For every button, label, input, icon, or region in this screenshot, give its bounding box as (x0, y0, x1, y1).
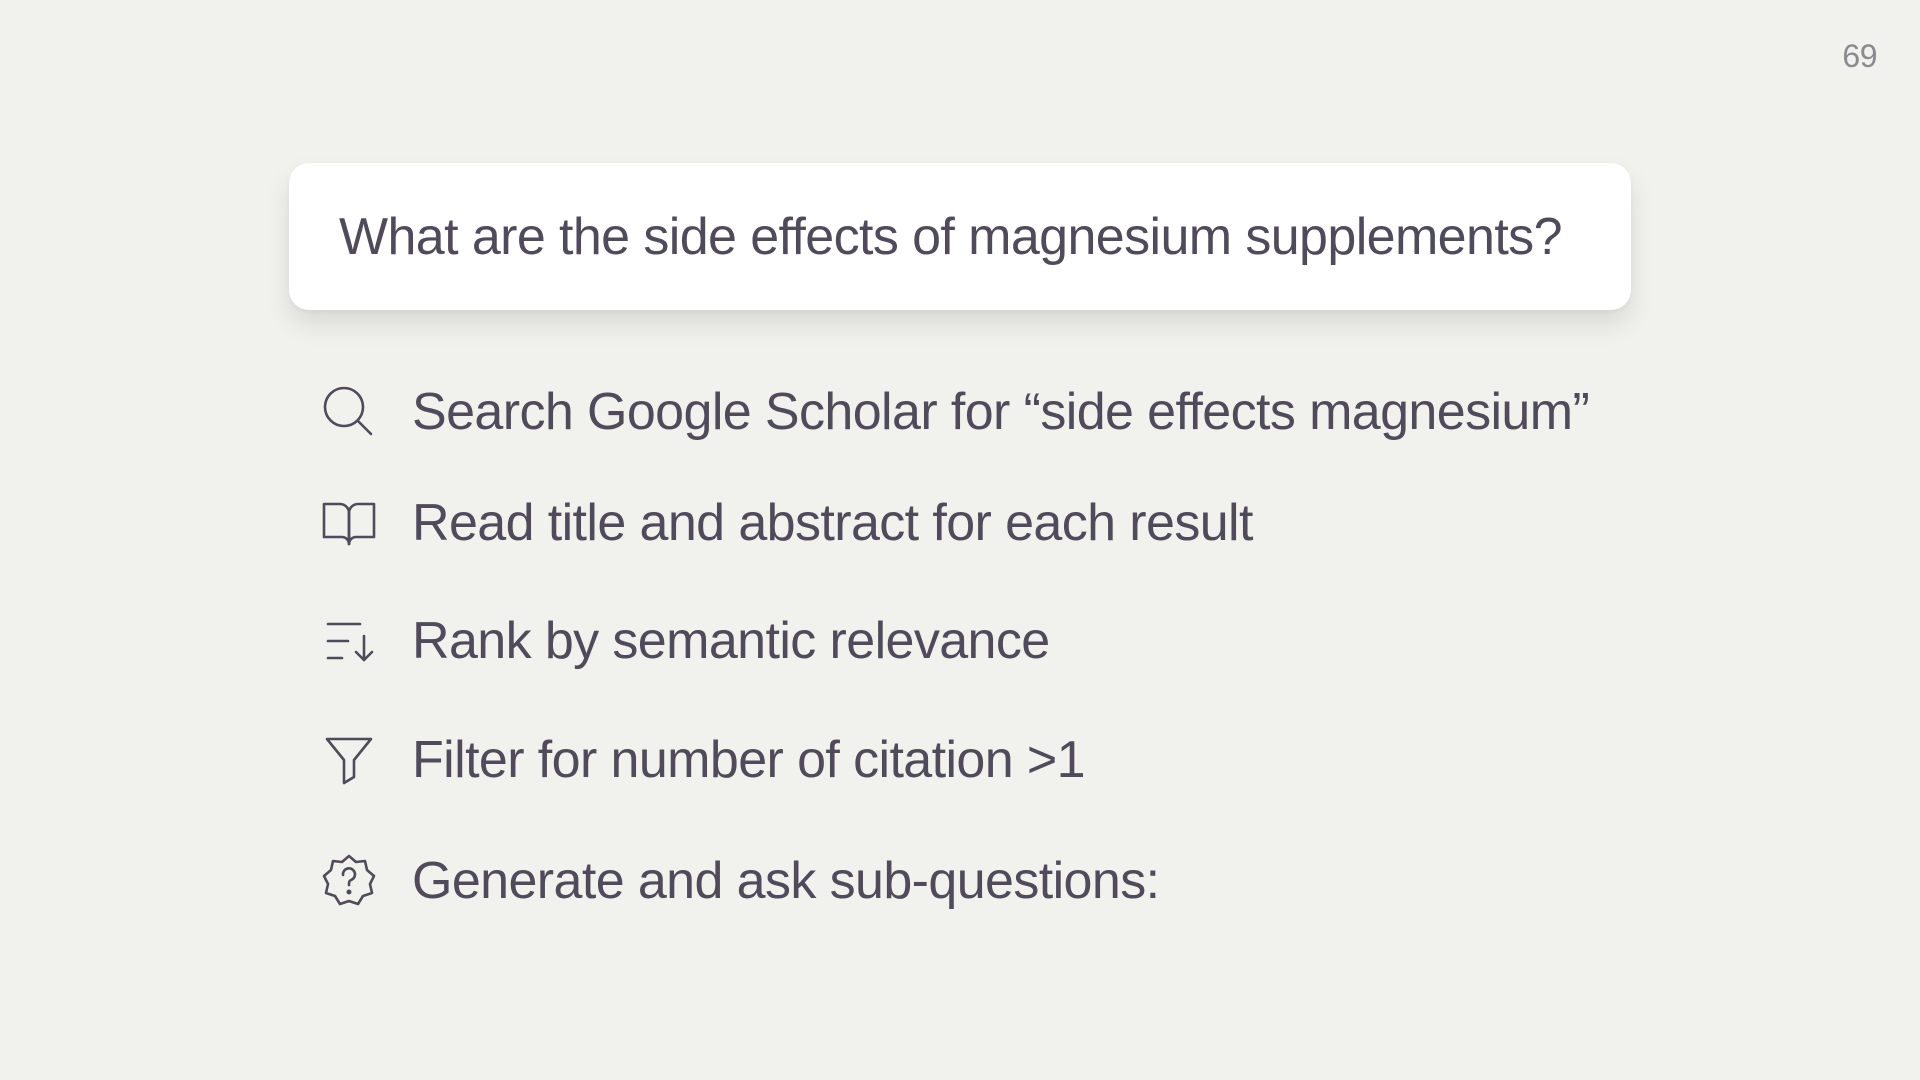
step-label: Read title and abstract for each result (412, 494, 1253, 552)
steps-list: Search Google Scholar for “side effects … (318, 0, 1718, 1080)
step-filter: Filter for number of citation >1 (318, 725, 1086, 795)
step-search: Search Google Scholar for “side effects … (318, 377, 1590, 447)
filter-icon (318, 729, 380, 791)
page-number: 69 (1842, 38, 1877, 74)
step-label: Rank by semantic relevance (412, 612, 1050, 670)
step-rank: Rank by semantic relevance (318, 606, 1050, 676)
step-generate: Generate and ask sub-questions: (318, 846, 1160, 916)
step-label: Generate and ask sub-questions: (412, 852, 1160, 910)
step-read: Read title and abstract for each result (318, 488, 1253, 558)
sort-descending-icon (318, 610, 380, 672)
step-label: Search Google Scholar for “side effects … (412, 383, 1590, 441)
step-label: Filter for number of citation >1 (412, 731, 1086, 789)
question-badge-icon (318, 850, 380, 912)
search-icon (318, 381, 380, 443)
open-book-icon (318, 492, 380, 554)
